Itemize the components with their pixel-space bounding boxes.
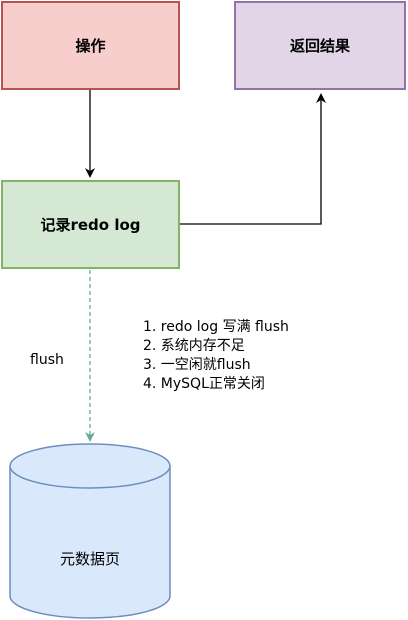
flush-condition-item: 3. 一空闲就flush (143, 357, 251, 373)
datapage-cylinder (9, 443, 171, 619)
flush-condition-item: 1. redo log 写满 flush (143, 319, 289, 335)
diagram-connectors (9, 90, 326, 619)
flush-conditions-list: 1. redo log 写满 flush 2. 系统内存不足 3. 一空闲就fl… (143, 318, 289, 394)
result-label: 返回结果 (289, 37, 350, 55)
datapage-label: 元数据页 (59, 550, 120, 568)
arrow-redo-to-result (180, 93, 326, 225)
operation-node: 操作 (1, 1, 180, 90)
operation-label: 操作 (75, 37, 106, 55)
flush-condition-item: 2. 系统内存不足 (143, 338, 245, 354)
flush-condition-item: 4. MySQL正常关闭 (143, 376, 265, 392)
redo-log-label: 记录redo log (40, 216, 141, 234)
result-node: 返回结果 (234, 1, 406, 90)
redo-log-node: 记录redo log (1, 180, 180, 269)
flush-edge-label: flush (30, 352, 64, 368)
